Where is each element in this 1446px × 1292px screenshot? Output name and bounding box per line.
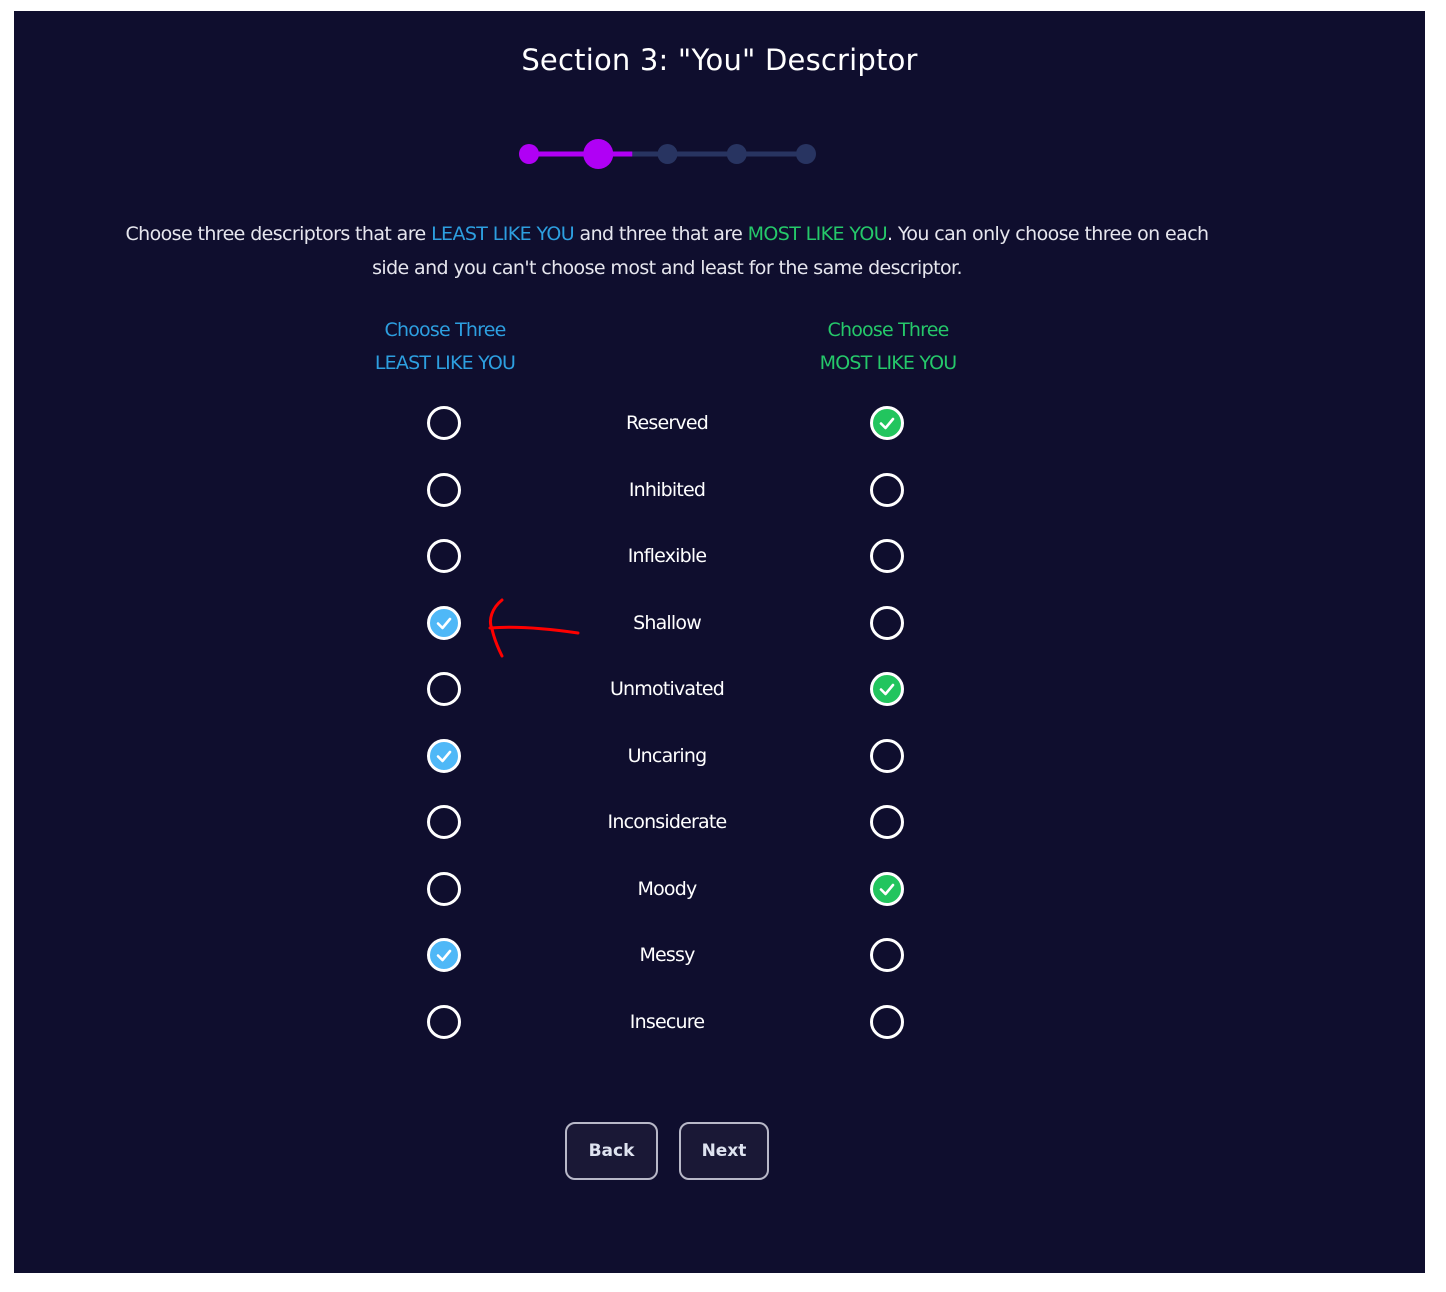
most-like-you-checkbox[interactable] — [870, 406, 904, 440]
checkmark-icon — [436, 949, 452, 962]
descriptor-label: Messy — [639, 944, 695, 966]
descriptor-row: Uncaring — [14, 737, 1425, 781]
descriptor-label: Inconsiderate — [607, 811, 728, 833]
least-like-you-highlight: LEAST LIKE YOU — [431, 223, 575, 245]
checkmark-icon — [436, 750, 452, 762]
red-arrow-annotation — [488, 598, 580, 658]
descriptor-row: Moody — [14, 870, 1425, 914]
most-like-you-checkbox[interactable] — [870, 672, 904, 706]
least-like-you-checkbox[interactable] — [427, 871, 461, 906]
least-like-you-checkbox[interactable] — [427, 539, 461, 573]
descriptor-label: Reserved — [625, 412, 709, 434]
most-like-you-checkbox[interactable] — [870, 472, 904, 507]
descriptor-row: Shallow — [14, 604, 1425, 648]
least-like-you-checkbox[interactable] — [427, 406, 461, 440]
checkmark-icon — [436, 617, 452, 629]
descriptor-label: Moody — [637, 877, 698, 900]
back-button[interactable]: Back — [565, 1122, 658, 1180]
instructions-part: and three that are — [574, 223, 748, 245]
descriptor-row: Messy — [14, 936, 1425, 980]
descriptor-label: Inflexible — [627, 545, 707, 567]
most-column-header: Choose Three MOST LIKE YOU — [758, 314, 1018, 380]
descriptor-label: Unmotivated — [609, 678, 725, 700]
descriptor-row: Unmotivated — [14, 670, 1425, 714]
progress-stepper — [519, 139, 816, 169]
checkmark-icon — [879, 883, 895, 895]
descriptor-label: Shallow — [633, 611, 702, 634]
least-like-you-checkbox[interactable] — [427, 805, 461, 839]
stepper-dot — [796, 144, 816, 164]
most-like-you-checkbox[interactable] — [870, 738, 904, 773]
most-like-you-highlight: MOST LIKE YOU — [747, 223, 888, 245]
least-like-you-checkbox[interactable] — [427, 738, 461, 773]
most-like-you-checkbox[interactable] — [870, 539, 904, 573]
most-like-you-checkbox[interactable] — [870, 871, 904, 906]
descriptor-row: Inconsiderate — [14, 803, 1425, 847]
descriptor-label: Insecure — [629, 1010, 705, 1033]
survey-panel: Section 3: "You" Descriptor Choose three… — [14, 11, 1425, 1273]
least-header-line2: LEAST LIKE YOU — [374, 352, 516, 374]
instructions-text: Choose three descriptors that are LEAST … — [114, 217, 1220, 285]
instructions-part: Choose three descriptors that are — [125, 223, 432, 245]
checkmark-icon — [879, 683, 895, 696]
least-like-you-checkbox[interactable] — [427, 605, 461, 640]
stepper-dot-current — [583, 139, 614, 169]
descriptor-label: Uncaring — [627, 744, 708, 767]
stepper-dot — [726, 144, 747, 164]
most-like-you-checkbox[interactable] — [870, 938, 904, 972]
most-header-line2: MOST LIKE YOU — [819, 352, 958, 374]
least-like-you-checkbox[interactable] — [427, 1004, 461, 1039]
descriptor-row: Reserved — [14, 404, 1425, 448]
most-like-you-checkbox[interactable] — [870, 805, 904, 839]
stepper-dot — [519, 144, 539, 164]
most-like-you-checkbox[interactable] — [870, 605, 904, 640]
checkmark-icon — [879, 417, 895, 430]
descriptor-label: Inhibited — [628, 478, 706, 501]
stepper-dot — [657, 144, 678, 164]
least-column-header: Choose Three LEAST LIKE YOU — [315, 314, 575, 380]
least-header-line1: Choose Three — [384, 319, 506, 341]
least-like-you-checkbox[interactable] — [427, 938, 461, 972]
descriptor-row: Inhibited — [14, 471, 1425, 515]
descriptor-row: Inflexible — [14, 537, 1425, 581]
next-button[interactable]: Next — [679, 1122, 769, 1180]
most-like-you-checkbox[interactable] — [870, 1004, 904, 1039]
most-header-line1: Choose Three — [827, 319, 949, 341]
least-like-you-checkbox[interactable] — [427, 472, 461, 507]
least-like-you-checkbox[interactable] — [427, 672, 461, 706]
descriptor-row: Insecure — [14, 1003, 1425, 1047]
